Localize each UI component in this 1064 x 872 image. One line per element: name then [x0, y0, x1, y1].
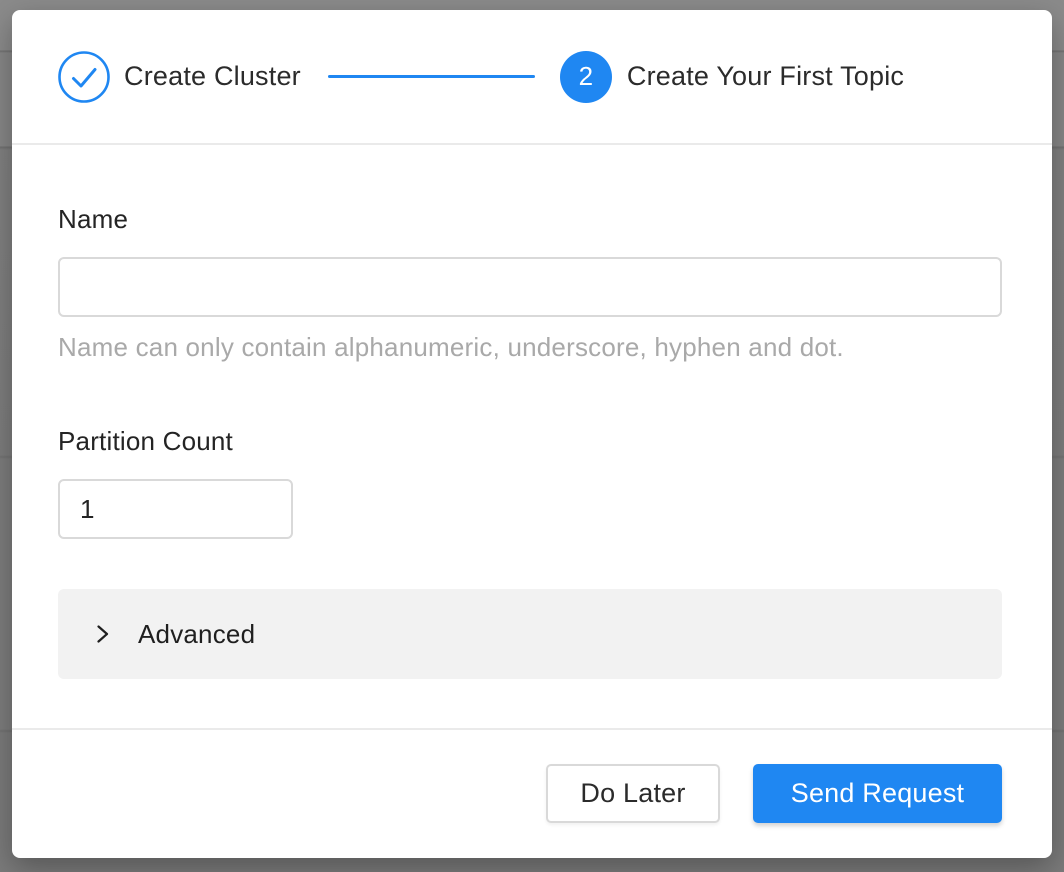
- step1-label: Create Cluster: [124, 61, 301, 92]
- page-overlay-backdrop: Create Cluster 2 Create Your First Topic…: [0, 0, 1064, 872]
- advanced-section-toggle[interactable]: Advanced: [58, 589, 1002, 679]
- do-later-button[interactable]: Do Later: [546, 764, 720, 823]
- step2-label: Create Your First Topic: [627, 61, 904, 92]
- partition-count-label: Partition Count: [58, 425, 1002, 457]
- advanced-section-label: Advanced: [138, 619, 255, 650]
- step-create-cluster: Create Cluster: [58, 51, 301, 103]
- partition-count-input[interactable]: [58, 479, 293, 539]
- step-create-first-topic: 2 Create Your First Topic: [560, 51, 904, 103]
- name-field-help-text: Name can only contain alphanumeric, unde…: [58, 331, 1002, 363]
- topic-form: Name Name can only contain alphanumeric,…: [12, 145, 1052, 728]
- topic-name-input[interactable]: [58, 257, 1002, 317]
- step2-number: 2: [579, 61, 593, 92]
- send-request-button[interactable]: Send Request: [753, 764, 1002, 823]
- step2-number-badge: 2: [560, 51, 612, 103]
- create-topic-modal: Create Cluster 2 Create Your First Topic…: [12, 10, 1052, 858]
- name-field-label: Name: [58, 203, 1002, 235]
- chevron-right-icon: [92, 623, 114, 645]
- stepper-connector-line: [328, 75, 535, 78]
- modal-footer: Do Later Send Request: [12, 728, 1052, 858]
- stepper-header: Create Cluster 2 Create Your First Topic: [12, 10, 1052, 145]
- step-complete-check-icon: [58, 51, 110, 103]
